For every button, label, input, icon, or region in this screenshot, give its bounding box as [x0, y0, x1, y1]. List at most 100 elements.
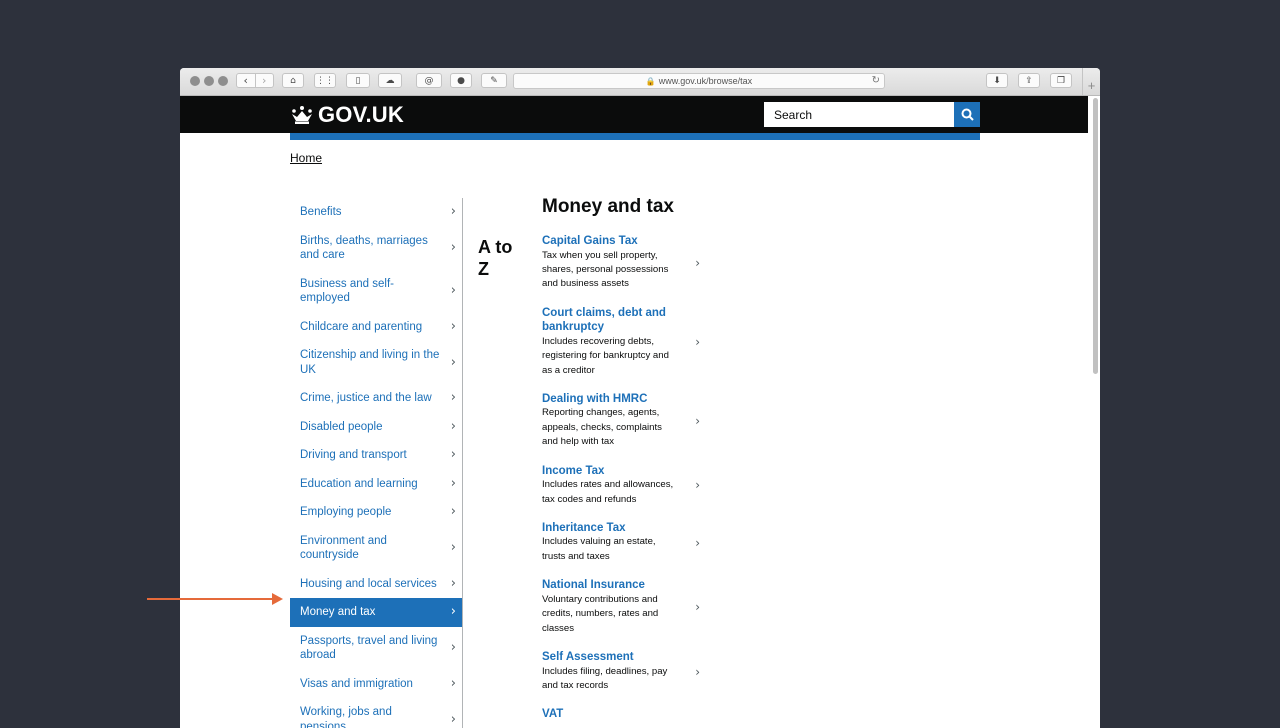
minimize-window-button[interactable] [204, 76, 214, 86]
subtopic-item[interactable]: National Insurance Voluntary contribution… [542, 578, 702, 636]
chevron-right-icon: › [450, 604, 456, 619]
reload-icon[interactable]: ↻ [872, 75, 880, 86]
chevron-right-icon: › [450, 282, 456, 298]
chevron-right-icon: › [450, 354, 456, 370]
download-icon[interactable]: ⬇ [986, 73, 1008, 88]
chevron-right-icon: › [450, 504, 456, 519]
nav-item-housing-and-local-services[interactable]: Housing and local services › [290, 570, 462, 599]
nav-item-benefits[interactable]: Benefits › [290, 198, 462, 227]
subtopic-description: Includes rates and allowances, tax codes… [542, 479, 674, 505]
nav-item-employing-people[interactable]: Employing people › [290, 498, 462, 527]
annotation-arrow-line [147, 598, 275, 600]
subtopic-title[interactable]: Income Tax [542, 464, 678, 479]
back-icon[interactable]: ‹ [237, 74, 255, 87]
at-icon[interactable]: @ [416, 73, 442, 88]
nav-item-citizenship-and-living-in-the-uk[interactable]: Citizenship and living in the UK › [290, 341, 462, 384]
search-icon [961, 108, 974, 121]
breadcrumb-home[interactable]: Home [290, 151, 322, 165]
sidebar-icon[interactable]: ▯ [346, 73, 370, 88]
nav-item-childcare-and-parenting[interactable]: Childcare and parenting › [290, 313, 462, 342]
chevron-right-icon: › [450, 639, 456, 655]
chevron-right-icon: › [450, 239, 456, 255]
browser-toolbar: ‹ › ⌂ ⋮⋮ ▯ ☁ @ ● ✎ 🔒 www.gov.uk/browse/t… [180, 68, 1100, 96]
search-button[interactable] [954, 102, 980, 127]
chevron-right-icon: › [450, 575, 456, 591]
nav-item-crime-justice-and-the-law[interactable]: Crime, justice and the law › [290, 384, 462, 413]
chevron-right-icon: › [695, 478, 700, 493]
chevron-right-icon: › [450, 390, 456, 405]
subtopic-item[interactable]: Self Assessment Includes filing, deadline… [542, 650, 702, 693]
topic-nav: Benefits › Births, deaths, marriages and c… [290, 198, 462, 728]
chevron-right-icon: › [450, 318, 456, 334]
subtopic-description: Includes filing, deadlines, pay and tax … [542, 665, 668, 691]
cloud-icon[interactable]: ☁ [378, 73, 402, 88]
scrollbar[interactable] [1093, 98, 1098, 374]
chevron-right-icon: › [695, 535, 700, 550]
govuk-header: GOV.UK Search [180, 96, 1088, 133]
home-icon[interactable]: ⌂ [282, 73, 304, 88]
new-tab-icon[interactable]: + [1082, 68, 1100, 95]
nav-item-education-and-learning[interactable]: Education and learning › [290, 470, 462, 499]
forward-icon[interactable]: › [254, 74, 274, 87]
nav-item-passports-travel-and-living-abroad[interactable]: Passports, travel and living abroad › [290, 627, 462, 670]
share-icon[interactable]: ⇪ [1018, 73, 1040, 88]
page-title: Money and tax [542, 196, 674, 217]
nav-item-driving-and-transport[interactable]: Driving and transport › [290, 441, 462, 470]
subtopic-title[interactable]: Inheritance Tax [542, 521, 678, 536]
nav-item-money-and-tax[interactable]: Money and tax › [290, 598, 462, 627]
atoz-link[interactable]: A to Z [478, 236, 528, 280]
subtopic-item[interactable]: Inheritance Tax Includes valuing an estat… [542, 521, 702, 564]
header-blue-bar [290, 133, 980, 140]
nav-item-visas-and-immigration[interactable]: Visas and immigration › [290, 670, 462, 699]
chevron-right-icon: › [695, 664, 700, 679]
search-input[interactable]: Search [764, 102, 954, 127]
nav-item-disabled-people[interactable]: Disabled people › [290, 413, 462, 442]
close-window-button[interactable] [190, 76, 200, 86]
subtopic-description: Tax when you sell property, shares, pers… [542, 249, 669, 290]
nav-item-label: Visas and immigration [300, 677, 413, 690]
nav-item-working-jobs-and-pensions[interactable]: Working, jobs and pensions › [290, 698, 462, 728]
crown-icon [292, 106, 312, 124]
nav-item-label: Working, jobs and pensions [300, 706, 392, 728]
chevron-right-icon: › [695, 255, 700, 270]
subtopic-item[interactable]: Court claims, debt and bankruptcy Include… [542, 306, 702, 378]
chevron-right-icon: › [450, 539, 456, 555]
chevron-right-icon: › [695, 600, 700, 615]
nav-item-label: Driving and transport [300, 449, 407, 461]
extension-icon[interactable]: ● [450, 73, 472, 88]
chevron-right-icon: › [450, 447, 456, 462]
nav-item-label: Education and learning [300, 477, 418, 490]
history-nav: ‹ › [236, 73, 274, 88]
nav-item-label: Citizenship and living in the UK [300, 349, 440, 376]
nav-item-label: Housing and local services [300, 577, 437, 590]
subtopic-description: Voluntary contributions and credits, num… [542, 593, 659, 634]
subtopic-title[interactable]: Capital Gains Tax [542, 234, 678, 249]
nav-item-label: Passports, travel and living abroad [300, 634, 438, 662]
pin-icon[interactable]: ✎ [481, 73, 507, 88]
annotation-arrow-head [272, 593, 283, 605]
nav-item-births-deaths-marriages-and-care[interactable]: Births, deaths, marriages and care › [290, 227, 462, 270]
nav-item-label: Crime, justice and the law [300, 392, 432, 404]
nav-item-label: Disabled people [300, 420, 383, 433]
nav-divider [462, 198, 463, 728]
govuk-logo[interactable]: GOV.UK [290, 102, 404, 128]
subtopic-description: Reporting changes, agents, appeals, chec… [542, 407, 662, 448]
subtopic-title[interactable]: Self Assessment [542, 650, 678, 665]
subtopic-item[interactable]: Capital Gains Tax Tax when you sell prope… [542, 234, 702, 292]
tabs-icon[interactable]: ❐ [1050, 73, 1072, 88]
subtopic-title[interactable]: Court claims, debt and bankruptcy [542, 306, 678, 335]
subtopic-title[interactable]: National Insurance [542, 578, 678, 593]
page-content: GOV.UK Search Home Benefits › Births, deat… [180, 96, 1100, 728]
grid-icon[interactable]: ⋮⋮ [314, 73, 336, 88]
subtopic-item[interactable]: Income Tax Includes rates and allowances,… [542, 464, 702, 507]
zoom-window-button[interactable] [218, 76, 228, 86]
nav-item-label: Business and self-employed [300, 277, 394, 305]
chevron-right-icon: › [450, 418, 456, 434]
subtopic-description: Includes valuing an estate, trusts and t… [542, 536, 656, 562]
address-bar[interactable]: 🔒 www.gov.uk/browse/tax ↻ [513, 73, 885, 89]
subtopic-item[interactable]: Dealing with HMRC Reporting changes, agen… [542, 392, 702, 450]
nav-item-business-and-self-employed[interactable]: Business and self-employed › [290, 270, 462, 313]
nav-item-environment-and-countryside[interactable]: Environment and countryside › [290, 527, 462, 570]
nav-item-label: Benefits [300, 206, 342, 218]
subtopic-title[interactable]: Dealing with HMRC [542, 392, 678, 407]
